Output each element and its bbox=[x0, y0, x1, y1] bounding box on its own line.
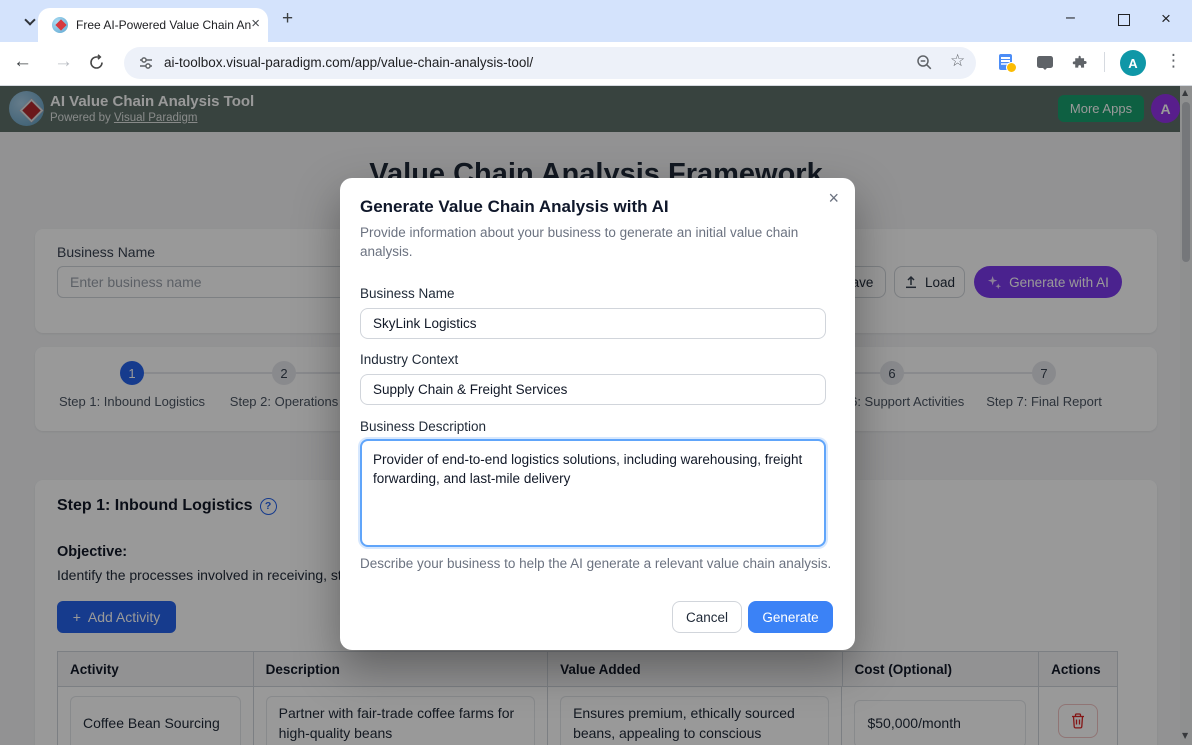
modal-business-description-textarea[interactable]: Provider of end-to-end logistics solutio… bbox=[360, 439, 826, 547]
chat-bubble-icon[interactable] bbox=[1037, 56, 1053, 68]
modal-helper-text: Describe your business to help the AI ge… bbox=[360, 556, 831, 571]
modal-title: Generate Value Chain Analysis with AI bbox=[360, 197, 669, 217]
tab-close-button[interactable]: × bbox=[251, 15, 260, 32]
cancel-button[interactable]: Cancel bbox=[672, 601, 742, 633]
reload-button[interactable] bbox=[88, 54, 105, 76]
chevron-down-icon bbox=[24, 14, 35, 25]
tab-title: Free AI-Powered Value Chain An bbox=[76, 18, 256, 32]
modal-close-button[interactable]: × bbox=[828, 188, 839, 209]
generate-button[interactable]: Generate bbox=[748, 601, 833, 633]
zoom-out-icon[interactable] bbox=[916, 54, 933, 76]
maximize-button[interactable] bbox=[1118, 14, 1130, 26]
toolbar-divider bbox=[1104, 52, 1105, 72]
url-text: ai-toolbox.visual-paradigm.com/app/value… bbox=[164, 47, 533, 79]
forward-button: → bbox=[54, 51, 73, 73]
generate-ai-modal: × Generate Value Chain Analysis with AI … bbox=[340, 178, 855, 650]
browser-profile-avatar[interactable]: A bbox=[1120, 50, 1146, 76]
extension-doc-icon[interactable] bbox=[999, 54, 1012, 70]
minimize-button[interactable]: – bbox=[1066, 9, 1075, 27]
tab-strip: Free AI-Powered Value Chain An × + – × bbox=[0, 0, 1192, 42]
modal-business-name-label: Business Name bbox=[360, 286, 455, 301]
browser-tab[interactable]: Free AI-Powered Value Chain An × bbox=[38, 8, 268, 42]
close-window-button[interactable]: × bbox=[1161, 9, 1171, 29]
back-button[interactable]: ← bbox=[13, 51, 32, 73]
modal-industry-input[interactable] bbox=[360, 374, 826, 405]
site-favicon-icon bbox=[52, 17, 68, 33]
modal-description: Provide information about your business … bbox=[360, 223, 805, 261]
site-settings-icon[interactable] bbox=[138, 55, 154, 76]
modal-industry-label: Industry Context bbox=[360, 352, 458, 367]
bookmark-star-button[interactable]: ☆ bbox=[950, 51, 965, 71]
reload-icon bbox=[88, 54, 105, 71]
browser-menu-button[interactable]: ⋮ bbox=[1165, 51, 1182, 71]
extensions-puzzle-button[interactable] bbox=[1072, 54, 1089, 76]
new-tab-button[interactable]: + bbox=[282, 8, 293, 30]
modal-business-name-input[interactable] bbox=[360, 308, 826, 339]
extension-badge-icon bbox=[1006, 62, 1017, 73]
modal-business-description-label: Business Description bbox=[360, 419, 486, 434]
browser-window: Free AI-Powered Value Chain An × + – × ←… bbox=[0, 0, 1192, 745]
